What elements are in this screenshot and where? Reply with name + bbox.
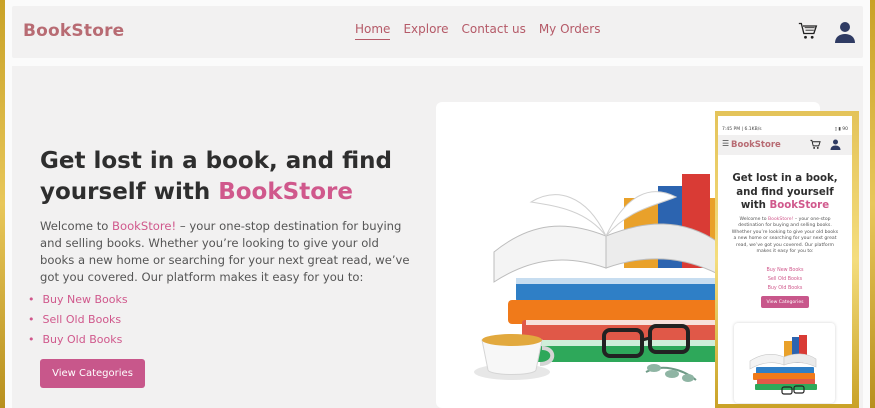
phone-feature-item: Buy New Books — [766, 268, 804, 273]
phone-view-categories-button[interactable]: View Categories — [761, 296, 809, 308]
nav-links: Home Explore Contact us My Orders — [355, 22, 600, 40]
feature-item: Buy Old Books — [28, 330, 128, 350]
feature-item: Sell Old Books — [28, 310, 128, 330]
phone-feature-item: Sell Old Books — [767, 277, 803, 282]
user-icon[interactable] — [830, 138, 841, 151]
user-icon[interactable] — [834, 20, 856, 44]
phone-status-icons: ▯ ▮ 90 — [834, 127, 848, 132]
phone-navbar: ☰ BookStore — [718, 135, 852, 155]
nav-explore[interactable]: Explore — [403, 22, 448, 40]
feature-list: Buy New Books Sell Old Books Buy Old Boo… — [28, 290, 128, 350]
phone-hero-title: Get lost in a book, and find yourself wi… — [732, 173, 838, 211]
cart-icon[interactable] — [810, 139, 821, 150]
nav-my-orders[interactable]: My Orders — [539, 22, 601, 40]
navbar: BookStore Home Explore Contact us My Ord… — [12, 6, 863, 58]
view-categories-button[interactable]: View Categories — [40, 359, 145, 388]
mobile-preview: 7:45 PM | 6.1KB/s ▯ ▮ 90 ☰ BookStore Get… — [718, 116, 852, 404]
hero-description: Welcome to BookStore! – your one-stop de… — [40, 219, 410, 284]
cart-icon[interactable] — [798, 21, 818, 41]
phone-status-time: 7:45 PM | 6.1KB/s — [722, 127, 762, 132]
phone-hero-description: Welcome to BookStore! – your one-stop de… — [731, 217, 839, 255]
hamburger-menu-icon[interactable]: ☰ — [722, 139, 729, 148]
phone-feature-list: Buy New Books Sell Old Books Buy Old Boo… — [718, 266, 852, 293]
feature-item: Buy New Books — [28, 290, 128, 310]
nav-contact[interactable]: Contact us — [461, 22, 525, 40]
phone-feature-item: Buy Old Books — [767, 286, 803, 291]
phone-books-illustration — [749, 335, 817, 395]
nav-home[interactable]: Home — [355, 22, 391, 40]
phone-logo[interactable]: BookStore — [731, 140, 781, 150]
phone-illustration-card — [734, 323, 835, 403]
hero-title: Get lost in a book, and find yourself wi… — [40, 148, 393, 205]
site-logo[interactable]: BookStore — [23, 21, 124, 41]
hero-section: Get lost in a book, and find yourself wi… — [12, 66, 863, 408]
gold-border-right — [870, 0, 875, 408]
